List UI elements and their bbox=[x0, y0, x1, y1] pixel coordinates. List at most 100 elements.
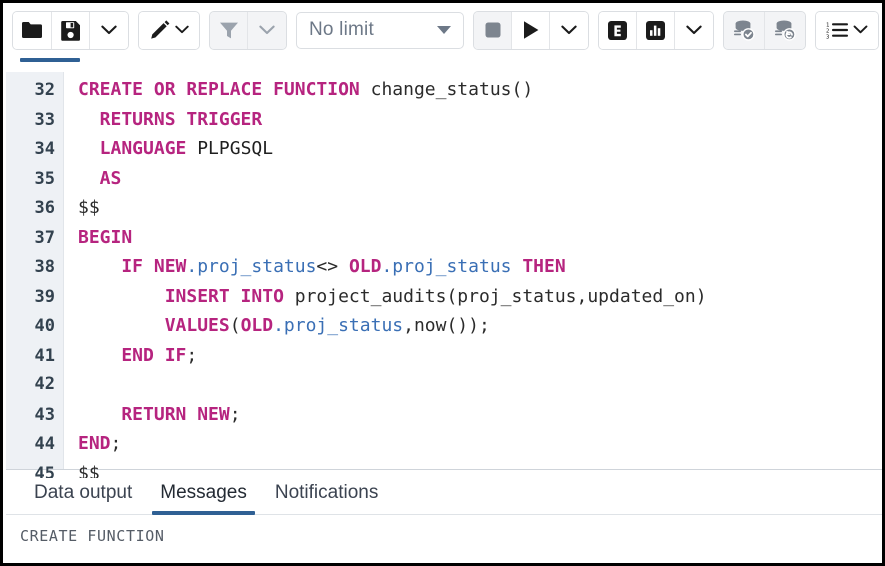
pgadmin-query-tool-window: QueryQuery History bbox=[0, 0, 885, 566]
row-limit-value: No limit bbox=[309, 19, 374, 41]
code-text: LANGUAGE PLPGSQL bbox=[63, 138, 273, 159]
code-text: RETURN NEW; bbox=[63, 404, 241, 425]
save-options-button[interactable] bbox=[90, 12, 128, 49]
chevron-down-icon bbox=[101, 25, 117, 36]
code-token: LANGUAGE bbox=[78, 138, 197, 159]
code-text: END; bbox=[63, 433, 121, 454]
filter-funnel-icon bbox=[219, 21, 239, 40]
line-number: 43 bbox=[6, 405, 63, 425]
code-token: ( bbox=[230, 315, 241, 336]
code-line: 32CREATE OR REPLACE FUNCTION change_stat… bbox=[6, 79, 885, 109]
code-text: $$ bbox=[63, 197, 100, 218]
code-line: 35 AS bbox=[6, 168, 885, 198]
code-text: RETURNS TRIGGER bbox=[63, 109, 262, 130]
line-number: 32 bbox=[6, 80, 63, 100]
code-token: .proj_status bbox=[186, 256, 316, 277]
code-token: $$ bbox=[78, 197, 100, 218]
output-tab-messages[interactable]: Messages bbox=[146, 482, 261, 514]
line-number: 38 bbox=[6, 257, 63, 277]
save-file-button[interactable] bbox=[52, 12, 90, 49]
code-token: END IF bbox=[78, 345, 186, 366]
output-panel-tabs: Data outputMessagesNotifications bbox=[6, 470, 885, 515]
code-text: CREATE OR REPLACE FUNCTION change_status… bbox=[63, 79, 533, 100]
code-token: END bbox=[78, 433, 111, 454]
code-token: THEN bbox=[512, 256, 566, 277]
code-token: BEGIN bbox=[78, 227, 132, 248]
line-number: 34 bbox=[6, 139, 63, 159]
execute-options-button[interactable] bbox=[550, 12, 588, 49]
line-number: 39 bbox=[6, 287, 63, 307]
code-token: ,now()); bbox=[403, 315, 490, 336]
play-triangle-icon bbox=[522, 20, 540, 40]
execute-button[interactable] bbox=[512, 12, 550, 49]
code-line: 40 VALUES(OLD.proj_status,now()); bbox=[6, 315, 885, 345]
pencil-edit-icon bbox=[149, 19, 173, 41]
code-text: BEGIN bbox=[63, 227, 132, 248]
explain-group bbox=[598, 11, 714, 50]
code-line: 39 INSERT INTO project_audits(proj_statu… bbox=[6, 286, 885, 316]
output-panel: Data outputMessagesNotifications CREATE … bbox=[6, 469, 885, 560]
filter-group bbox=[209, 11, 287, 50]
chevron-down-icon bbox=[686, 25, 702, 36]
line-number: 33 bbox=[6, 110, 63, 130]
code-token: RETURNS TRIGGER bbox=[78, 109, 262, 130]
chevron-down-icon bbox=[561, 25, 577, 36]
code-token: <> bbox=[316, 256, 349, 277]
code-line: 37 BEGIN bbox=[6, 227, 885, 257]
code-token: OLD bbox=[241, 315, 274, 336]
code-text: $$ bbox=[63, 463, 100, 479]
svg-text:3: 3 bbox=[826, 34, 829, 40]
code-token: VALUES bbox=[78, 315, 230, 336]
output-tab-data-output[interactable]: Data output bbox=[20, 482, 146, 514]
code-token: INSERT INTO bbox=[78, 286, 284, 307]
commit-button[interactable] bbox=[724, 12, 765, 49]
execute-group bbox=[473, 11, 589, 50]
code-line: 33 RETURNS TRIGGER bbox=[6, 109, 885, 139]
line-number: 44 bbox=[6, 434, 63, 454]
sql-editor[interactable]: 32CREATE OR REPLACE FUNCTION change_stat… bbox=[6, 72, 885, 478]
database-arrow-rollback-icon bbox=[773, 19, 797, 41]
edit-group bbox=[138, 11, 200, 50]
query-tool-toolbar: No limit bbox=[6, 6, 885, 54]
database-check-commit-icon bbox=[732, 19, 756, 41]
code-line: 34 LANGUAGE PLPGSQL bbox=[6, 138, 885, 168]
filter-options-button[interactable] bbox=[248, 12, 286, 49]
open-file-button[interactable] bbox=[13, 12, 52, 49]
code-token: PLPGSQL bbox=[197, 138, 273, 159]
explain-options-button[interactable] bbox=[675, 12, 713, 49]
code-token: ; bbox=[186, 345, 197, 366]
code-text: END IF; bbox=[63, 345, 197, 366]
code-line: 42 bbox=[6, 374, 885, 404]
code-line: 43 RETURN NEW; bbox=[6, 404, 885, 434]
code-line: 41 END IF; bbox=[6, 345, 885, 375]
chevron-down-icon bbox=[259, 25, 275, 36]
explain-analyze-button[interactable] bbox=[637, 12, 675, 49]
numbered-list-icon: 1 2 3 bbox=[826, 20, 850, 40]
code-token: change_status() bbox=[371, 79, 534, 100]
stop-button[interactable] bbox=[474, 12, 512, 49]
code-token: CREATE OR REPLACE FUNCTION bbox=[78, 79, 371, 100]
code-line: 44END; bbox=[6, 433, 885, 463]
row-limit-select[interactable]: No limit bbox=[296, 12, 464, 49]
stop-square-icon bbox=[484, 21, 502, 39]
line-number: 37 bbox=[6, 228, 63, 248]
macros-button[interactable]: 1 2 3 bbox=[816, 12, 878, 49]
code-text: AS bbox=[63, 168, 121, 189]
code-token: IF NEW bbox=[78, 256, 186, 277]
line-number: 40 bbox=[6, 316, 63, 336]
code-token: .proj_status bbox=[273, 315, 403, 336]
explain-analyze-chart-icon bbox=[645, 20, 666, 41]
chevron-down-icon bbox=[175, 25, 189, 35]
rollback-button[interactable] bbox=[765, 12, 805, 49]
code-line: 38 IF NEW.proj_status<> OLD.proj_status … bbox=[6, 256, 885, 286]
line-number: 35 bbox=[6, 169, 63, 189]
folder-icon bbox=[21, 21, 43, 39]
code-text: IF NEW.proj_status<> OLD.proj_status THE… bbox=[63, 256, 566, 277]
file-group bbox=[12, 11, 129, 50]
output-tab-notifications[interactable]: Notifications bbox=[261, 482, 393, 514]
edit-button[interactable] bbox=[139, 12, 199, 49]
code-text: VALUES(OLD.proj_status,now()); bbox=[63, 315, 490, 336]
filter-button[interactable] bbox=[210, 12, 248, 49]
explain-button[interactable] bbox=[599, 12, 637, 49]
caret-down-icon bbox=[437, 26, 451, 34]
